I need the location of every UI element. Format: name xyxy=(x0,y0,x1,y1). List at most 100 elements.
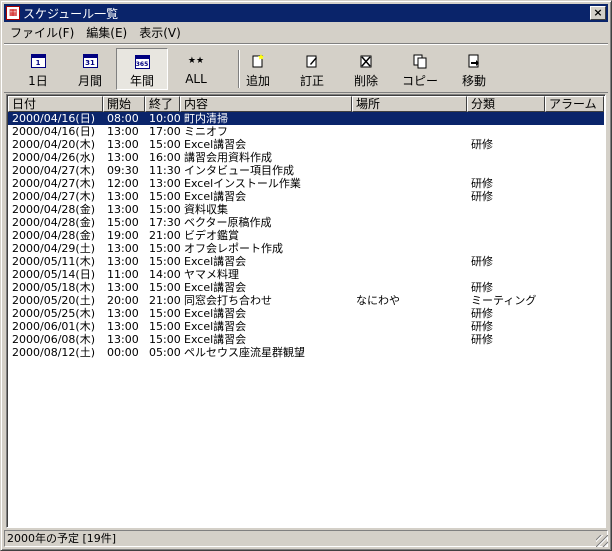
cell-start: 13:00 xyxy=(107,242,139,255)
add-label: 追加 xyxy=(245,74,270,88)
cell-place: なにわや xyxy=(356,294,400,307)
cell-alarm xyxy=(545,112,604,125)
cell-end: 15:00 xyxy=(149,190,180,203)
cell-content: Excel講習会 xyxy=(184,255,247,268)
column-end[interactable]: 終了 xyxy=(145,96,180,112)
cell-place xyxy=(352,190,467,203)
table-row[interactable]: 2000/05/25(木) 13:00 15:00 Excel講習会 研修 xyxy=(8,307,604,320)
cell-date: 2000/04/29(土) xyxy=(12,242,95,255)
all-stars-icon: ★★ xyxy=(187,56,205,66)
cell-date: 2000/05/25(木) xyxy=(12,307,95,320)
table-row[interactable]: 2000/04/20(木) 13:00 15:00 Excel講習会 研修 xyxy=(8,138,604,151)
column-alarm[interactable]: アラーム xyxy=(545,96,604,112)
menu-view[interactable]: 表示(V) xyxy=(133,24,187,41)
cell-date: 2000/05/14(日) xyxy=(12,268,95,281)
cell-date: 2000/04/27(木) xyxy=(12,164,95,177)
cell-content: Excel講習会 xyxy=(184,307,247,320)
column-start[interactable]: 開始 xyxy=(103,96,145,112)
table-row[interactable]: 2000/04/27(木) 13:00 15:00 Excel講習会 研修 xyxy=(8,190,604,203)
cell-content: Excel講習会 xyxy=(184,320,247,333)
list-header: 日付 開始 終了 内容 場所 分類 アラーム xyxy=(8,96,604,112)
cell-date: 2000/04/28(金) xyxy=(12,229,95,242)
cell-category: 研修 xyxy=(471,320,493,333)
table-row[interactable]: 2000/05/14(日) 11:00 14:00 ヤマメ料理 xyxy=(8,268,604,281)
copy-icon xyxy=(411,53,429,69)
table-row[interactable]: 2000/04/16(日) 08:00 10:00 町内清掃 xyxy=(8,112,604,125)
table-row[interactable]: 2000/04/28(金) 13:00 15:00 資料収集 xyxy=(8,203,604,216)
cell-alarm xyxy=(545,164,604,177)
cell-content: Excelインストール作業 xyxy=(184,177,301,190)
cell-category xyxy=(467,151,545,164)
resize-grip[interactable] xyxy=(596,535,608,547)
cell-place xyxy=(352,229,467,242)
cell-date: 2000/04/26(水) xyxy=(12,151,95,164)
cell-category xyxy=(467,242,545,255)
table-row[interactable]: 2000/06/01(木) 13:00 15:00 Excel講習会 研修 xyxy=(8,320,604,333)
all-view-button[interactable]: ★★ ALL xyxy=(170,48,222,90)
cell-start: 13:00 xyxy=(107,255,139,268)
table-row[interactable]: 2000/08/12(土) 00:00 05:00 ペルセウス座流星群観望 xyxy=(8,346,604,359)
table-row[interactable]: 2000/04/28(金) 15:00 17:30 ベクター原稿作成 xyxy=(8,216,604,229)
table-row[interactable]: 2000/04/28(金) 19:00 21:00 ビデオ鑑賞 xyxy=(8,229,604,242)
cell-start: 09:30 xyxy=(107,164,139,177)
all-view-label: ALL xyxy=(185,72,207,86)
table-row[interactable]: 2000/06/08(木) 13:00 15:00 Excel講習会 研修 xyxy=(8,333,604,346)
cell-date: 2000/04/16(日) xyxy=(12,112,95,125)
move-button[interactable]: 移動 xyxy=(448,48,500,90)
table-row[interactable]: 2000/05/20(土) 20:00 21:00 同窓会打ち合わせ なにわや ミーティン… xyxy=(8,294,604,307)
delete-button[interactable]: 削除 xyxy=(340,48,392,90)
edit-button[interactable]: 訂正 xyxy=(286,48,338,90)
cell-date: 2000/04/28(金) xyxy=(12,216,95,229)
title-bar[interactable]: ▦ スケジュール一覧 × xyxy=(4,4,608,22)
cell-date: 2000/04/20(木) xyxy=(12,138,95,151)
cell-category: 研修 xyxy=(471,255,493,268)
day-view-button[interactable]: 1 1日 xyxy=(12,48,64,90)
cell-category: 研修 xyxy=(471,307,493,320)
column-place[interactable]: 場所 xyxy=(352,96,467,112)
close-button[interactable]: × xyxy=(590,6,606,20)
cell-end: 17:30 xyxy=(149,216,180,229)
menu-file[interactable]: ファイル(F) xyxy=(4,24,80,41)
cell-alarm xyxy=(545,307,604,320)
year-view-button[interactable]: 365 年間 xyxy=(116,48,168,90)
table-row[interactable]: 2000/04/29(土) 13:00 15:00 オフ会レポート作成 xyxy=(8,242,604,255)
cell-start: 19:00 xyxy=(107,229,139,242)
cell-content: Excel講習会 xyxy=(184,190,247,203)
cell-alarm xyxy=(545,177,604,190)
cell-date: 2000/05/18(木) xyxy=(12,281,95,294)
cell-end: 16:00 xyxy=(149,151,180,164)
cell-content: ベクター原稿作成 xyxy=(184,216,272,229)
column-category[interactable]: 分類 xyxy=(467,96,545,112)
menu-edit[interactable]: 編集(E) xyxy=(80,24,133,41)
table-row[interactable]: 2000/04/27(木) 09:30 11:30 インタビュー項目作成 xyxy=(8,164,604,177)
add-icon xyxy=(249,53,267,69)
cell-category: 研修 xyxy=(471,190,493,203)
cell-place xyxy=(352,346,467,359)
table-row[interactable]: 2000/04/16(日) 13:00 17:00 ミニオフ xyxy=(8,125,604,138)
column-date[interactable]: 日付 xyxy=(8,96,103,112)
cell-place xyxy=(352,164,467,177)
copy-button[interactable]: コピー xyxy=(394,48,446,90)
cell-start: 13:00 xyxy=(107,333,139,346)
year-calendar-icon: 365 xyxy=(133,54,151,69)
cell-place xyxy=(352,151,467,164)
cell-content: 同窓会打ち合わせ xyxy=(184,294,272,307)
cell-content: ヤマメ料理 xyxy=(184,268,239,281)
cell-category: 研修 xyxy=(471,281,493,294)
add-button[interactable]: 追加 xyxy=(232,48,284,90)
schedule-list[interactable]: 日付 開始 終了 内容 場所 分類 アラーム 2000/04/16(日) 08:0… xyxy=(6,94,606,528)
month-view-button[interactable]: 31 月間 xyxy=(64,48,116,90)
table-row[interactable]: 2000/04/27(木) 12:00 13:00 Excelインストール作業 研修 xyxy=(8,177,604,190)
cell-place xyxy=(352,203,467,216)
table-row[interactable]: 2000/05/11(木) 13:00 15:00 Excel講習会 研修 xyxy=(8,255,604,268)
table-row[interactable]: 2000/04/26(水) 13:00 16:00 講習会用資料作成 xyxy=(8,151,604,164)
cell-date: 2000/05/20(土) xyxy=(12,294,95,307)
schedule-window: ▦ スケジュール一覧 × ファイル(F) 編集(E) 表示(V) 1 1日 31… xyxy=(0,0,612,551)
cell-category xyxy=(467,268,545,281)
month-calendar-icon: 31 xyxy=(81,53,99,69)
table-row[interactable]: 2000/05/18(木) 13:00 15:00 Excel講習会 研修 xyxy=(8,281,604,294)
cell-content: 講習会用資料作成 xyxy=(184,151,272,164)
cell-content: オフ会レポート作成 xyxy=(184,242,283,255)
column-content[interactable]: 内容 xyxy=(180,96,352,112)
edit-icon xyxy=(303,53,321,69)
